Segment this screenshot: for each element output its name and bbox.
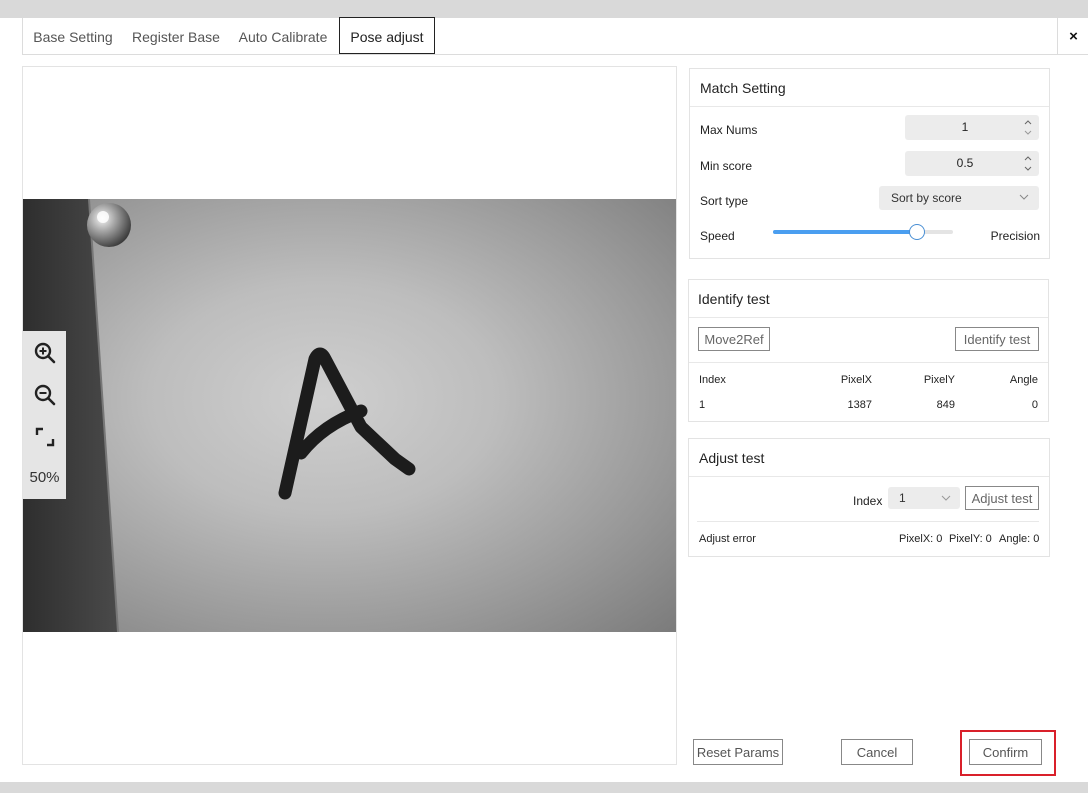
zoom-level: 50% [29, 468, 60, 486]
identify-test-button[interactable]: Identify test [955, 327, 1039, 351]
identify-test-title: Identify test [689, 280, 1048, 318]
cell-angle: 0 [1031, 399, 1038, 411]
index-value: 1 [899, 491, 906, 505]
max-nums-value: 1 [961, 120, 969, 134]
sort-type-select[interactable]: Sort by score [879, 186, 1039, 210]
tab-base-setting[interactable]: Base Setting [23, 18, 123, 54]
index-label: Index [853, 494, 883, 508]
adjust-test-panel: Adjust test Index 1 Adjust test Adjust e… [688, 438, 1050, 557]
min-score-label: Min score [700, 159, 753, 173]
divider [689, 362, 1048, 363]
max-nums-stepper[interactable]: 1 [905, 115, 1039, 140]
adjust-error-pixelx: PixelX: 0 [899, 533, 943, 545]
reset-params-button[interactable]: Reset Params [693, 739, 783, 765]
match-setting-panel: Match Setting Max Nums 1 Min score 0.5 S… [689, 68, 1050, 259]
max-nums-label: Max Nums [700, 123, 758, 137]
close-icon[interactable]: × [1057, 18, 1088, 55]
speed-label: Speed [700, 229, 735, 243]
tab-auto-calibrate[interactable]: Auto Calibrate [229, 18, 337, 54]
sort-type-label: Sort type [700, 194, 749, 208]
adjust-test-title: Adjust test [689, 439, 1049, 477]
tab-bar: Base Setting Register Base Auto Calibrat… [22, 17, 1088, 55]
slider-thumb[interactable] [909, 224, 925, 240]
speed-precision-slider[interactable] [773, 224, 953, 240]
tab-pose-adjust[interactable]: Pose adjust [339, 17, 435, 54]
stepper-arrows-icon[interactable] [1023, 117, 1033, 138]
divider [697, 521, 1039, 522]
adjust-error-pixely: PixelY: 0 [949, 533, 992, 545]
confirm-button[interactable]: Confirm [969, 739, 1042, 765]
chevron-down-icon [1019, 194, 1029, 200]
min-score-value: 0.5 [956, 156, 974, 170]
move2ref-button[interactable]: Move2Ref [698, 327, 770, 351]
pose-adjust-dialog: Base Setting Register Base Auto Calibrat… [0, 17, 1088, 782]
precision-label: Precision [990, 229, 1040, 243]
sort-type-value: Sort by score [891, 191, 962, 205]
image-viewer[interactable]: 50% [22, 66, 677, 765]
adjust-error-angle: Angle: 0 [999, 533, 1040, 545]
column-header-index: Index [699, 374, 726, 386]
adjust-error-label: Adjust error [699, 533, 756, 545]
column-header-pixelx: PixelX [840, 374, 872, 386]
zoom-out-icon[interactable] [23, 375, 66, 415]
index-select[interactable]: 1 [888, 487, 960, 509]
tab-register-base[interactable]: Register Base [125, 18, 227, 54]
identify-test-panel: Identify test Move2Ref Identify test Ind… [688, 279, 1049, 422]
column-header-angle: Angle [1009, 374, 1038, 386]
camera-image [23, 199, 676, 632]
stepper-arrows-icon[interactable] [1023, 153, 1033, 174]
fit-screen-icon[interactable] [23, 417, 66, 457]
chevron-down-icon [941, 495, 951, 501]
cancel-button[interactable]: Cancel [841, 739, 913, 765]
min-score-stepper[interactable]: 0.5 [905, 151, 1039, 176]
zoom-toolbar: 50% [23, 331, 66, 499]
cell-pixely: 849 [936, 399, 955, 411]
cell-index: 1 [699, 399, 706, 411]
slider-fill [773, 230, 917, 234]
column-header-pixely: PixelY [923, 374, 955, 386]
cell-pixelx: 1387 [847, 399, 872, 411]
match-setting-title: Match Setting [690, 69, 1049, 107]
adjust-test-button[interactable]: Adjust test [965, 486, 1039, 510]
zoom-in-icon[interactable] [23, 333, 66, 373]
